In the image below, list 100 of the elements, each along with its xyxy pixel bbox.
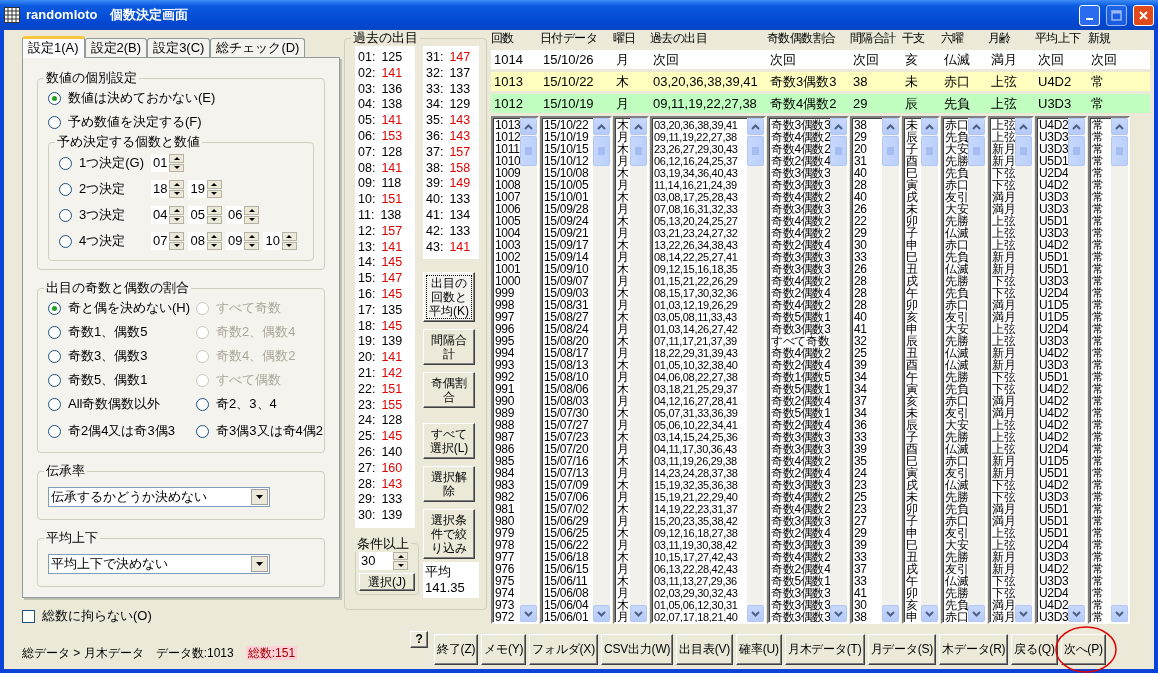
list-item[interactable]: U5D1 <box>1039 251 1068 263</box>
list-item[interactable]: 奇数2偶数4 <box>771 155 830 167</box>
list-item[interactable]: 15/09/14 <box>544 251 593 263</box>
list-item[interactable]: 998 <box>495 299 520 311</box>
list-item[interactable]: 奇数2偶数4 <box>771 563 830 575</box>
list-item[interactable]: 先負 <box>945 503 968 515</box>
dropdown[interactable]: 平均上下で決めない <box>48 554 270 574</box>
list-item[interactable]: 15/10/05 <box>544 179 593 191</box>
list-item[interactable]: 04,06,08,22,27,38 <box>654 371 747 383</box>
action-button[interactable]: 奇偶割合 <box>423 372 475 409</box>
list-item[interactable]: 03,21,23,24,27,32 <box>654 227 747 239</box>
number-field[interactable]: 30 <box>359 551 393 570</box>
list-item[interactable]: 月 <box>617 371 630 383</box>
list-item[interactable]: 戌 <box>906 479 921 491</box>
list-item[interactable]: 先勝 <box>945 335 968 347</box>
list-item[interactable]: 下弦 <box>992 479 1015 491</box>
list-item[interactable]: 奇数3偶数3 <box>771 587 830 599</box>
list-item[interactable]: 991 <box>495 383 520 395</box>
list-item[interactable]: 23,26,27,29,30,43 <box>654 143 747 155</box>
list-item[interactable]: 木 <box>617 143 630 155</box>
list-item[interactable]: 15,19,21,22,29,40 <box>654 491 747 503</box>
list-item[interactable]: 常 <box>1092 479 1111 491</box>
list-item[interactable]: U3D3 <box>1039 227 1068 239</box>
list-item[interactable]: 40 <box>854 311 882 323</box>
list-item[interactable]: 丑 <box>906 263 921 275</box>
list-item[interactable]: 33 <box>854 431 882 443</box>
list-item[interactable]: 23 <box>854 479 882 491</box>
command-button[interactable]: フォルダ(X) <box>529 633 598 665</box>
list-item[interactable]: U4D2 <box>1039 599 1068 611</box>
action-button[interactable]: 選択条件で絞り込み <box>423 509 475 560</box>
list-item[interactable]: 下弦 <box>992 275 1015 287</box>
list-item[interactable]: 木 <box>617 383 630 395</box>
list-item[interactable]: 常 <box>1092 143 1111 155</box>
list-item[interactable]: 月 <box>617 539 630 551</box>
list-item[interactable]: 上弦 <box>992 227 1015 239</box>
list-item[interactable]: 常 <box>1092 431 1111 443</box>
list-item[interactable]: 1000 <box>495 275 520 287</box>
radio-option[interactable]: 奇2、3、4 <box>196 392 323 416</box>
list-item[interactable]: 大安 <box>945 419 968 431</box>
list-item[interactable]: 仏滅 <box>945 227 968 239</box>
list-item[interactable]: 15/10/12 <box>544 155 593 167</box>
list-item[interactable]: U2D4 <box>1039 443 1068 455</box>
list-item[interactable]: U3D3 <box>1039 143 1068 155</box>
list-item[interactable]: 酉 <box>906 359 921 371</box>
radio-option[interactable]: All奇数偶数以外 <box>48 392 191 416</box>
list-item[interactable]: 15/08/20 <box>544 335 593 347</box>
list-item[interactable]: 奇数5偶数1 <box>771 407 830 419</box>
list-item[interactable]: 30 <box>854 239 882 251</box>
list-item[interactable]: 先勝 <box>945 587 968 599</box>
list-item[interactable]: 上弦 <box>992 527 1015 539</box>
list-item[interactable]: 994 <box>495 347 520 359</box>
radio-button[interactable] <box>48 397 61 411</box>
list-item[interactable]: 01,03,12,19,26,29 <box>654 299 747 311</box>
scrollbar-thumb[interactable] <box>830 136 847 166</box>
list-item[interactable]: 下弦 <box>992 371 1015 383</box>
list-item[interactable]: U5D1 <box>1039 467 1068 479</box>
list-item[interactable]: 41 <box>854 587 882 599</box>
list-item[interactable]: 03,11,13,27,29,36 <box>654 575 747 587</box>
command-button[interactable]: CSV出力(W) <box>600 633 674 665</box>
list-item[interactable]: 先負 <box>945 131 968 143</box>
spin-button[interactable] <box>244 232 260 250</box>
list-item[interactable]: 下弦 <box>992 287 1015 299</box>
list-item[interactable]: U5D1 <box>1039 527 1068 539</box>
list-item[interactable]: 木 <box>617 575 630 587</box>
list-item[interactable]: 奇数2偶数4 <box>771 359 830 371</box>
list-item[interactable]: 01,05,10,32,38,40 <box>654 359 747 371</box>
list-item[interactable]: 15,20,23,35,38,42 <box>654 515 747 527</box>
list-item[interactable]: 09,12,15,16,18,35 <box>654 263 747 275</box>
list-item[interactable]: 木 <box>617 551 630 563</box>
list-item[interactable]: 奇数5偶数1 <box>771 575 830 587</box>
scroll-up-button[interactable] <box>1111 118 1128 135</box>
list-item[interactable]: U4D2 <box>1039 383 1068 395</box>
list-item[interactable]: 木 <box>617 263 630 275</box>
list-item[interactable]: 1006 <box>495 203 520 215</box>
list-item[interactable]: 15/06/25 <box>544 527 593 539</box>
list-item[interactable]: 月 <box>617 611 630 622</box>
list-item[interactable]: 常 <box>1092 455 1111 467</box>
list-item[interactable]: 先勝 <box>945 215 968 227</box>
spin-button[interactable] <box>169 206 185 224</box>
list-item[interactable]: 新月 <box>992 467 1015 479</box>
list-item[interactable]: 常 <box>1092 215 1111 227</box>
list-item[interactable]: 常 <box>1092 371 1111 383</box>
list-item[interactable]: 月 <box>617 491 630 503</box>
list-item[interactable]: 974 <box>495 587 520 599</box>
list-item[interactable]: 酉 <box>906 443 921 455</box>
list-item[interactable]: U5D1 <box>1039 263 1068 275</box>
scroll-down-button[interactable] <box>968 605 985 622</box>
list-item[interactable]: 満月 <box>992 203 1015 215</box>
list-item[interactable]: 上弦 <box>992 119 1015 131</box>
list-item[interactable]: 29 <box>854 527 882 539</box>
list-item[interactable]: 辰 <box>906 131 921 143</box>
list-item[interactable]: 15/07/30 <box>544 407 593 419</box>
list-item[interactable]: 月 <box>617 179 630 191</box>
list-item[interactable]: 15/08/24 <box>544 323 593 335</box>
radio-option[interactable]: 奇数3、偶数3 <box>48 344 191 368</box>
radio-option[interactable]: 3つ決定 <box>59 203 151 227</box>
list-box[interactable]: 38 29 20 31 40 28 40 26 22 29 30 33 26 28 28 28 40 41 32 25 39 34 34 37 34 36 33 39 35 24 23 25 23 27 29 39 33 37 33 41 30 38 <box>850 116 901 624</box>
list-box[interactable]: 常 常 常 常 常 常 常 常 常 常 常 常 常 常 常 常 常 常 常 常 常 常 常 常 常 常 常 常 常 常 常 常 常 常 常 常 常 常 常 常 常 常 <box>1088 116 1130 624</box>
list-item[interactable]: 奇数1偶数5 <box>771 371 830 383</box>
list-item[interactable]: 25 <box>854 491 882 503</box>
